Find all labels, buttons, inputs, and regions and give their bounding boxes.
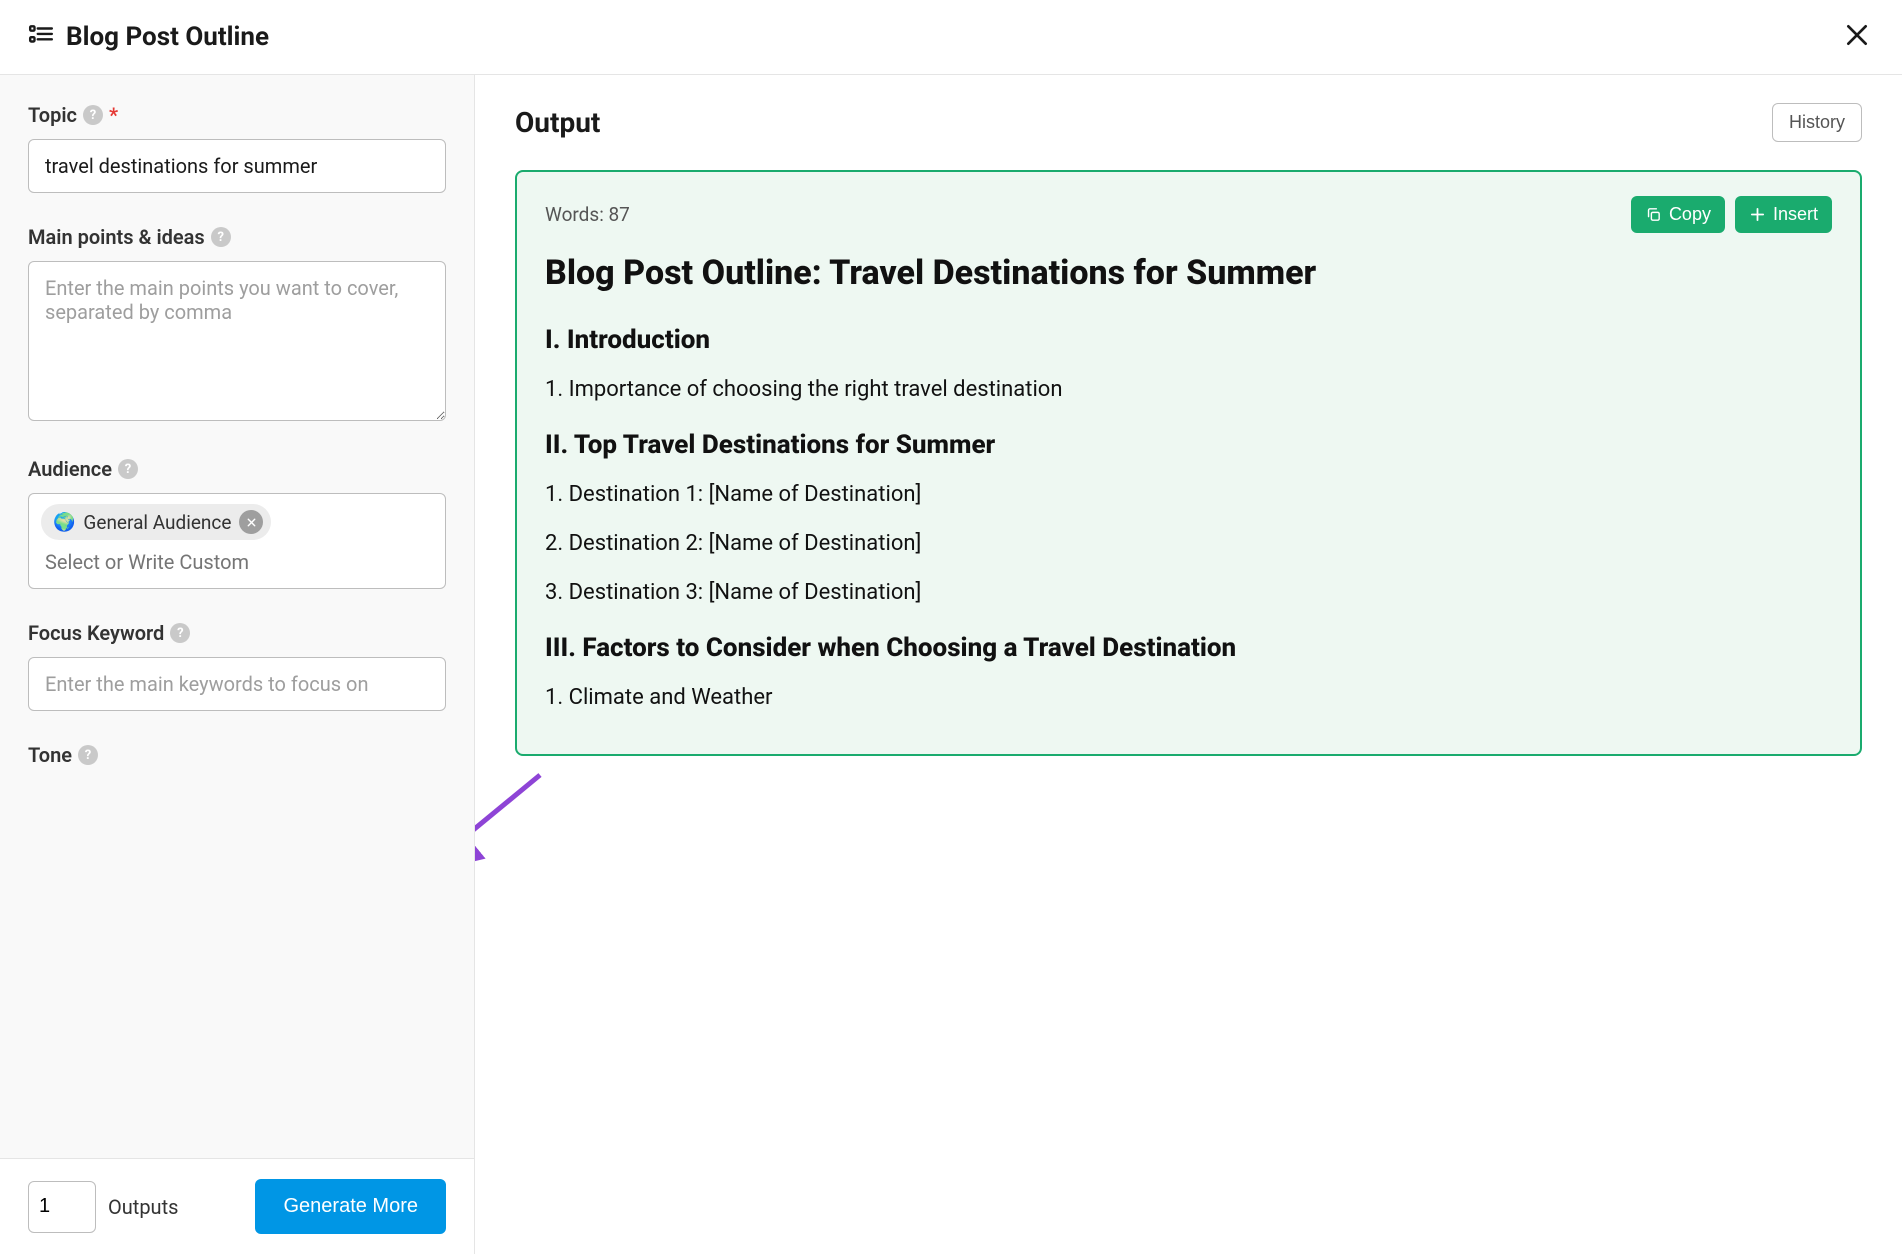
focus-keyword-label: Focus Keyword ? xyxy=(28,621,446,645)
output-heading: Output xyxy=(515,106,600,139)
topic-label-text: Topic xyxy=(28,103,77,127)
section-item: 3. Destination 3: [Name of Destination] xyxy=(545,576,1832,609)
main-content: Topic ? * Main points & ideas ? Audi xyxy=(0,75,1902,1254)
result-actions: Copy Insert xyxy=(1631,196,1832,233)
section-item: 2. Destination 2: [Name of Destination] xyxy=(545,527,1832,560)
sidebar-footer: Outputs Generate More xyxy=(0,1158,474,1254)
audience-chip: 🌍 General Audience xyxy=(41,504,271,540)
insert-button[interactable]: Insert xyxy=(1735,196,1832,233)
section-heading: II. Top Travel Destinations for Summer xyxy=(545,430,1832,460)
help-icon[interactable]: ? xyxy=(118,459,138,479)
close-button[interactable] xyxy=(1840,18,1874,56)
output-pane: Output History Words: 87 Copy Insert xyxy=(475,75,1902,1254)
chip-remove-button[interactable] xyxy=(239,510,263,534)
audience-chip-label: General Audience xyxy=(83,511,231,534)
plus-icon xyxy=(1749,206,1766,223)
focus-keyword-input[interactable] xyxy=(28,657,446,711)
arrow-annotation-icon xyxy=(475,765,550,865)
result-top-bar: Words: 87 Copy Insert xyxy=(545,196,1832,233)
main-points-input[interactable] xyxy=(28,261,446,421)
focus-keyword-field: Focus Keyword ? xyxy=(28,621,446,711)
word-count: Words: 87 xyxy=(545,203,630,226)
section-item: 1. Climate and Weather xyxy=(545,681,1832,714)
topic-field: Topic ? * xyxy=(28,103,446,193)
audience-placeholder: Select or Write Custom xyxy=(41,550,433,574)
audience-field: Audience ? 🌍 General Audience Select or … xyxy=(28,457,446,589)
section-heading: I. Introduction xyxy=(545,325,1832,355)
audience-input[interactable]: 🌍 General Audience Select or Write Custo… xyxy=(28,493,446,589)
copy-button[interactable]: Copy xyxy=(1631,196,1725,233)
output-header: Output History xyxy=(515,103,1862,142)
outputs-group: Outputs xyxy=(28,1181,178,1233)
copy-label: Copy xyxy=(1669,204,1711,225)
section-item: 1. Destination 1: [Name of Destination] xyxy=(545,478,1832,511)
main-points-field: Main points & ideas ? xyxy=(28,225,446,425)
sidebar-scroll[interactable]: Topic ? * Main points & ideas ? Audi xyxy=(0,75,474,1158)
main-points-label: Main points & ideas ? xyxy=(28,225,446,249)
page-title: Blog Post Outline xyxy=(66,22,269,52)
help-icon[interactable]: ? xyxy=(78,745,98,765)
audience-label: Audience ? xyxy=(28,457,446,481)
main-points-label-text: Main points & ideas xyxy=(28,225,205,249)
section-heading: III. Factors to Consider when Choosing a… xyxy=(545,633,1832,663)
result-title: Blog Post Outline: Travel Destinations f… xyxy=(545,251,1832,297)
topic-input[interactable] xyxy=(28,139,446,193)
input-sidebar: Topic ? * Main points & ideas ? Audi xyxy=(0,75,475,1254)
header-left: Blog Post Outline xyxy=(28,22,269,52)
result-card: Words: 87 Copy Insert Blog Post Outline:… xyxy=(515,170,1862,756)
outputs-count-input[interactable] xyxy=(28,1181,96,1233)
generate-more-button[interactable]: Generate More xyxy=(255,1179,446,1234)
tone-label-text: Tone xyxy=(28,743,72,767)
insert-label: Insert xyxy=(1773,204,1818,225)
app-header: Blog Post Outline xyxy=(0,0,1902,75)
section-item: 1. Importance of choosing the right trav… xyxy=(545,373,1832,406)
topic-label: Topic ? * xyxy=(28,103,446,127)
globe-emoji-icon: 🌍 xyxy=(53,512,75,533)
required-indicator: * xyxy=(109,103,118,127)
focus-keyword-label-text: Focus Keyword xyxy=(28,621,164,645)
copy-icon xyxy=(1645,206,1662,223)
tone-field: Tone ? xyxy=(28,743,446,767)
history-button[interactable]: History xyxy=(1772,103,1862,142)
help-icon[interactable]: ? xyxy=(211,227,231,247)
audience-label-text: Audience xyxy=(28,457,112,481)
app-root: Blog Post Outline Topic ? * xyxy=(0,0,1902,1254)
help-icon[interactable]: ? xyxy=(170,623,190,643)
outputs-label: Outputs xyxy=(108,1195,178,1219)
outline-icon xyxy=(28,22,54,52)
help-icon[interactable]: ? xyxy=(83,105,103,125)
tone-label: Tone ? xyxy=(28,743,446,767)
